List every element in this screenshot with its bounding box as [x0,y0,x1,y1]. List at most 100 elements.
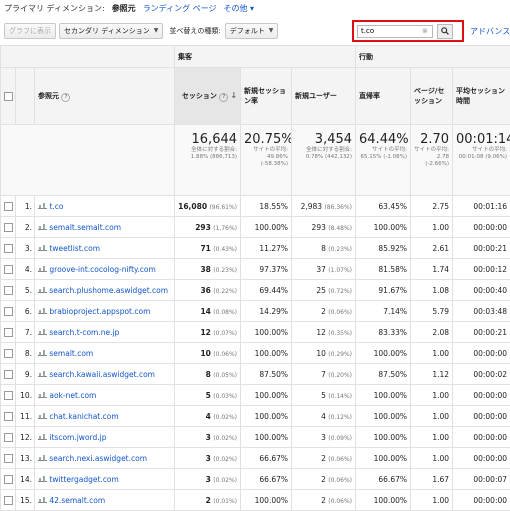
new-users-pct: (0.06%) [328,308,353,316]
source-link[interactable]: itscom.jword.jp [49,433,106,442]
row-checkbox[interactable] [4,222,13,232]
chart-icon[interactable] [38,265,47,272]
row-checkbox[interactable] [4,474,13,484]
other-dimensions-link[interactable]: その他 ▾ [224,3,255,14]
table-row: 14. twittergadget.com 3 (0.02%) 66.67% 2 (0… [0,468,510,490]
header-source[interactable]: 参照元 ? [33,67,176,125]
source-link[interactable]: aok-net.com [49,391,96,400]
header-spacer [0,45,176,68]
row-checkbox[interactable] [4,432,13,442]
source-link[interactable]: search.plushome.aswidget.com [49,286,168,295]
source-link[interactable]: search.kawaii.aswidget.com [49,370,155,379]
search-icon [441,27,449,35]
source-link[interactable]: brabioproject.appspot.com [49,307,150,316]
chart-icon[interactable] [38,370,47,377]
sessions-value: 16,080 [178,201,208,211]
pages-per-session-cell: 1.00 [410,384,454,406]
avg-duration-cell: 00:00:21 [452,237,510,259]
help-icon[interactable]: ? [61,92,71,102]
header-new-session-rate[interactable]: 新規セッション率 [240,67,293,125]
new-session-rate-cell: 100.00% [240,216,293,238]
landing-page-link[interactable]: ランディング ページ [143,3,217,14]
advanced-filter-link[interactable]: アドバンス [470,26,510,37]
sort-type-dropdown[interactable]: デフォルト ▼ [224,23,279,39]
row-checkbox[interactable] [4,495,13,505]
table-row: 9. search.kawaii.aswidget.com 8 (0.05%) 87… [0,363,510,385]
pages-per-session-cell: 1.00 [410,216,454,238]
row-checkbox[interactable] [4,285,13,295]
chart-icon[interactable] [38,433,47,440]
source-cell: twittergadget.com [33,468,176,490]
row-checkbox[interactable] [4,411,13,421]
avg-duration-cell: 00:00:00 [452,384,510,406]
row-checkbox[interactable] [4,348,13,358]
clear-icon[interactable]: ⊗ [422,27,432,35]
source-link[interactable]: semalt.semalt.com [49,223,121,232]
source-link[interactable]: twittergadget.com [49,475,118,484]
source-link[interactable]: search.nexi.aswidget.com [49,454,147,463]
new-users-value: 2 [321,495,326,505]
sessions-pct: (0.22%) [213,287,238,295]
sessions-pct: (0.08%) [213,308,238,316]
new-users-pct: (0.06%) [328,476,353,484]
new-users-value: 37 [316,264,326,274]
source-link[interactable]: groove-int.cocolog-nifty.com [49,265,155,274]
row-checkbox[interactable] [4,306,13,316]
new-session-rate-cell: 100.00% [240,426,293,448]
pages-per-session-cell: 1.74 [410,258,454,280]
bounce-rate-cell: 83.33% [355,321,412,343]
row-checkbox[interactable] [4,264,13,274]
sessions-value: 14 [200,306,211,316]
select-all-checkbox[interactable] [4,91,13,101]
row-checkbox-cell [0,300,16,322]
table-row: 13. search.nexi.aswidget.com 3 (0.02%) 66.… [0,447,510,469]
row-checkbox[interactable] [4,243,13,253]
source-cell: search.kawaii.aswidget.com [33,363,176,385]
row-checkbox[interactable] [4,201,13,211]
chart-icon[interactable] [38,391,47,398]
source-link[interactable]: chat.kanichat.com [49,412,118,421]
secondary-dimension-dropdown[interactable]: セカンダリ ディメンション ▼ [59,23,164,39]
row-checkbox[interactable] [4,453,13,463]
sessions-value: 71 [200,243,211,253]
chart-icon[interactable] [38,328,47,335]
chart-icon[interactable] [38,202,47,209]
new-users-value: 10 [316,348,326,358]
source-link[interactable]: t.co [49,202,63,211]
chart-icon[interactable] [38,244,47,251]
source-link[interactable]: semalt.com [49,349,93,358]
chart-icon[interactable] [38,412,47,419]
plot-rows-button[interactable]: グラフに表示 [4,23,56,39]
chart-icon[interactable] [38,475,47,482]
sessions-cell: 10 (0.06%) [174,342,242,364]
chevron-down-icon: ▼ [153,27,159,34]
row-checkbox[interactable] [4,390,13,400]
table-row: 5. search.plushome.aswidget.com 36 (0.22%… [0,279,510,301]
chart-icon[interactable] [38,307,47,314]
row-index: 10. [15,384,35,406]
source-link[interactable]: tweetlist.com [49,244,100,253]
help-icon[interactable]: ? [219,92,229,102]
header-pages-per-session[interactable]: ページ/セッション [410,67,454,125]
header-sessions[interactable]: セッション ? ↓ [174,67,242,125]
chart-icon[interactable] [38,454,47,461]
new-users-pct: (0.72%) [328,287,353,295]
source-link[interactable]: search.t-com.ne.jp [49,328,119,337]
row-checkbox[interactable] [4,327,13,337]
sessions-pct: (0.06%) [213,350,238,358]
source-link[interactable]: 42.semalt.com [49,496,105,505]
header-avg-duration[interactable]: 平均セッション時間 [452,67,510,125]
chart-icon[interactable] [38,286,47,293]
chart-icon[interactable] [38,223,47,230]
sessions-value: 10 [200,348,211,358]
search-button[interactable] [437,23,453,39]
row-checkbox-cell [0,258,16,280]
avg-duration-cell: 00:00:12 [452,258,510,280]
chart-icon[interactable] [38,496,47,503]
header-bounce-rate[interactable]: 直帰率 [355,67,412,125]
chart-icon[interactable] [38,349,47,356]
row-checkbox-cell [0,216,16,238]
header-new-users[interactable]: 新規ユーザー [291,67,357,125]
row-checkbox[interactable] [4,369,13,379]
primary-dimension-label: プライマリ ディメンション: [4,4,105,13]
